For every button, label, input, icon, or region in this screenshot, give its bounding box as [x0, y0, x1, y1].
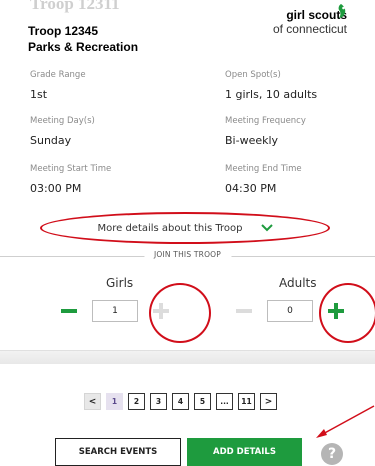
end-time-label: Meeting End Time: [225, 164, 302, 174]
page-ellipsis: ...: [216, 393, 233, 410]
girls-label: Girls: [106, 276, 134, 290]
adults-label: Adults: [279, 276, 317, 290]
page-button-4[interactable]: 4: [172, 393, 189, 410]
meeting-days: Meeting Day(s) Sunday: [30, 116, 180, 147]
meeting-end-time: Meeting End Time 04:30 PM: [225, 164, 375, 195]
open-spots-value: 1 girls, 10 adults: [225, 88, 318, 101]
girls-count-input[interactable]: [92, 300, 138, 322]
brand-logo: girl scouts of connecticut: [272, 4, 347, 36]
join-troop-label: JOIN THIS TROOP: [143, 250, 232, 259]
minus-icon: [236, 309, 252, 313]
meeting-start-time: Meeting Start Time 03:00 PM: [30, 164, 180, 195]
meeting-days-label: Meeting Day(s): [30, 116, 95, 126]
pagination: < 1 2 3 4 5 ... 11 >: [84, 393, 277, 410]
adults-decrement-button[interactable]: [231, 298, 257, 324]
meeting-frequency: Meeting Frequency Bi-weekly: [225, 116, 375, 147]
next-page-button[interactable]: >: [260, 393, 277, 410]
meeting-frequency-value: Bi-weekly: [225, 134, 279, 147]
minus-icon: [61, 309, 77, 313]
adults-count-input[interactable]: [267, 300, 313, 322]
background-title: Troop 12311: [30, 0, 120, 13]
open-spots-label: Open Spot(s): [225, 70, 281, 80]
page-button-11[interactable]: 11: [238, 393, 255, 410]
start-time-value: 03:00 PM: [30, 182, 82, 195]
more-details-toggle[interactable]: More details about this Troop: [40, 212, 330, 244]
page-button-2[interactable]: 2: [128, 393, 145, 410]
chevron-down-icon: [260, 224, 273, 232]
start-time-label: Meeting Start Time: [30, 164, 112, 174]
annotation-arrow: [316, 405, 375, 438]
girls-decrement-button[interactable]: [56, 298, 82, 324]
troop-number: Troop 12345: [28, 24, 99, 38]
more-details-label: More details about this Troop: [97, 222, 243, 234]
section-separator: [0, 350, 375, 364]
annotation-circle-girls-plus: [149, 283, 211, 343]
page-button-1[interactable]: 1: [106, 393, 123, 410]
end-time-value: 04:30 PM: [225, 182, 277, 195]
grade-range-label: Grade Range: [30, 70, 86, 80]
open-spots: Open Spot(s) 1 girls, 10 adults: [225, 70, 375, 101]
meeting-days-value: Sunday: [30, 134, 72, 147]
annotation-circle-adults-plus: [319, 283, 375, 343]
page-header: Troop 12311 Troop 12345 Parks & Recreati…: [0, 0, 375, 64]
page-button-5[interactable]: 5: [194, 393, 211, 410]
trefoil-icon: [338, 4, 346, 18]
meeting-frequency-label: Meeting Frequency: [225, 116, 306, 126]
help-icon[interactable]: ?: [321, 443, 343, 465]
brand-region: of connecticut: [272, 22, 347, 36]
page-button-3[interactable]: 3: [150, 393, 167, 410]
troop-name: Parks & Recreation: [28, 40, 139, 54]
join-section-header: JOIN THIS TROOP: [0, 250, 375, 264]
prev-page-button[interactable]: <: [84, 393, 101, 410]
grade-range-value: 1st: [30, 88, 48, 101]
troop-title: Troop 12345 Parks & Recreation: [28, 23, 138, 55]
grade-range: Grade Range 1st: [30, 70, 180, 101]
search-events-button[interactable]: SEARCH EVENTS: [55, 438, 181, 466]
add-details-button[interactable]: ADD DETAILS: [187, 438, 302, 466]
